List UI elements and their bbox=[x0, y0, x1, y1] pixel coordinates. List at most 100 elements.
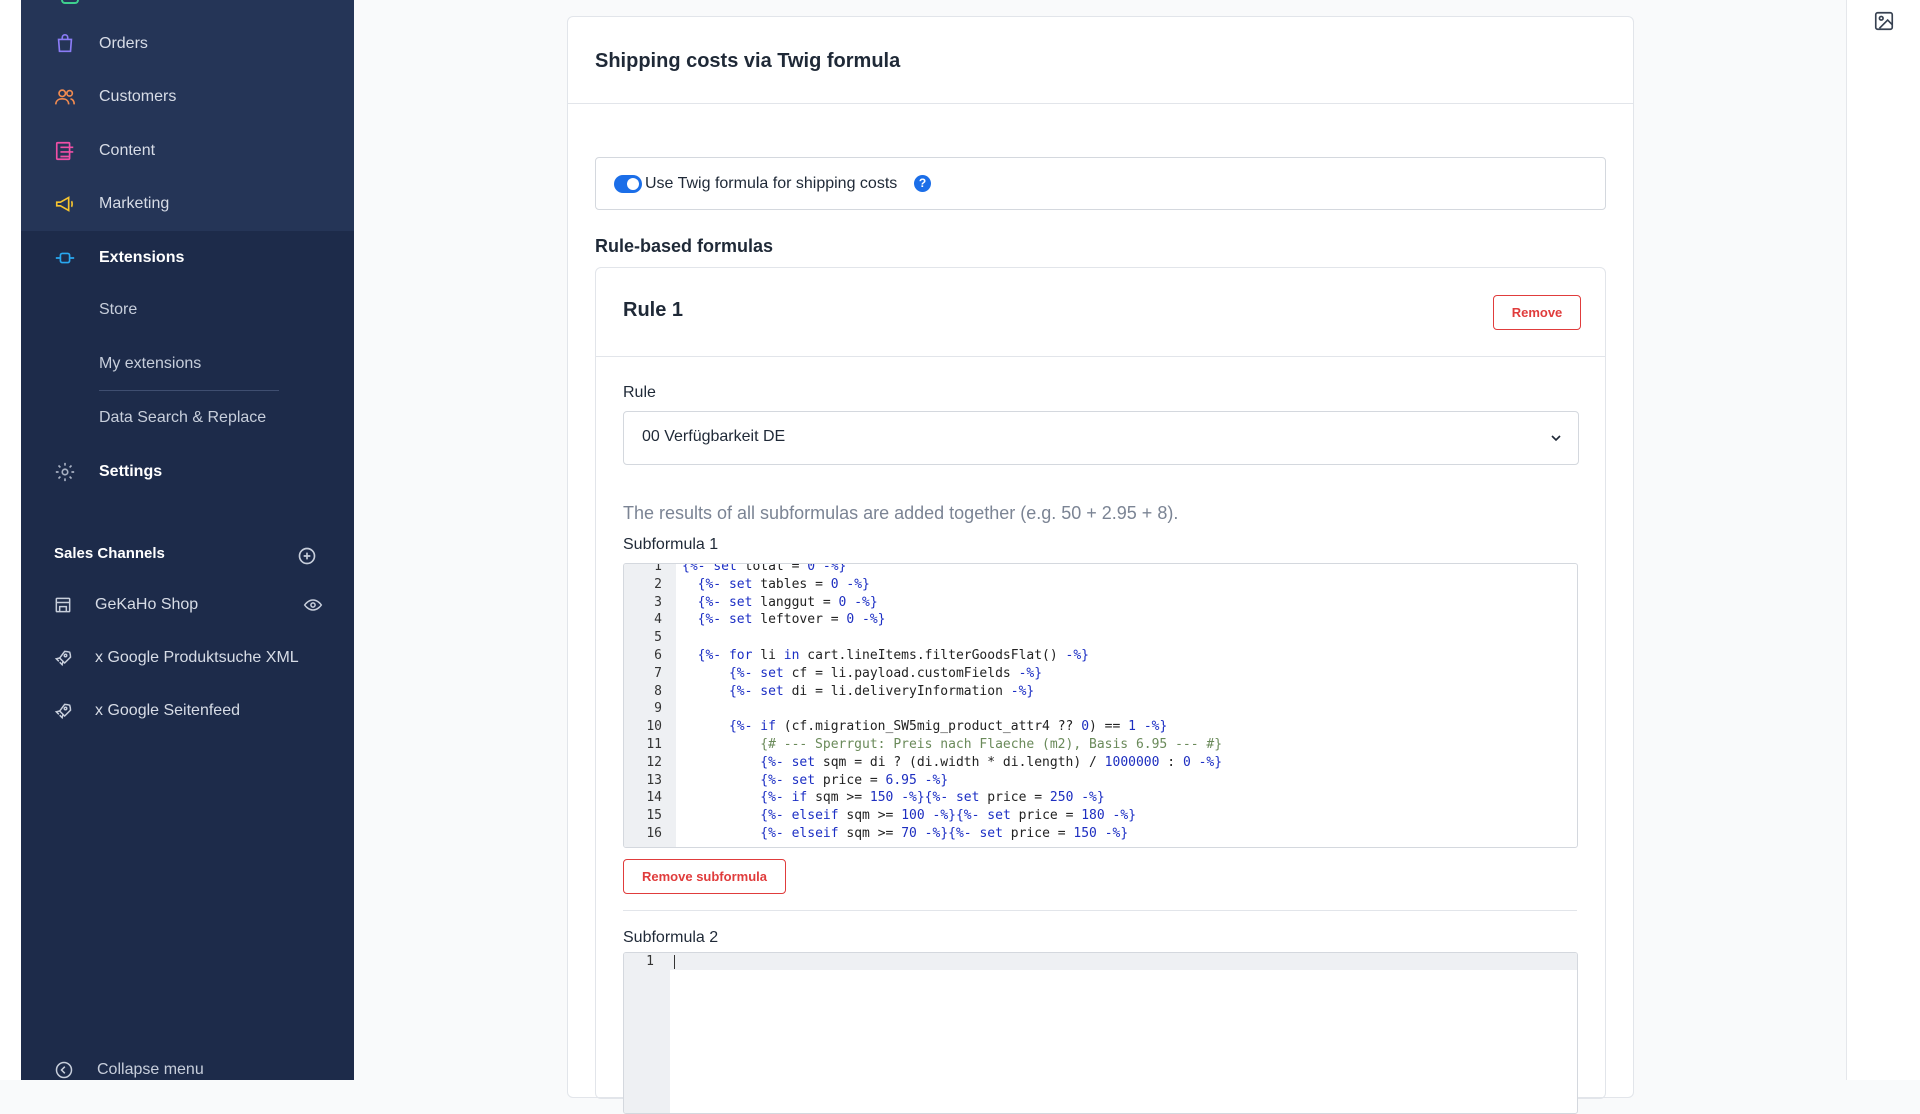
code-text: {%- elseif sqm >= 70 -%}{%- set price = … bbox=[760, 825, 1129, 841]
storefront-icon bbox=[53, 595, 73, 615]
megaphone-icon bbox=[53, 192, 77, 216]
code-text: {%- for li in cart.lineItems.filterGoods… bbox=[697, 647, 1090, 663]
nav-item-marketing[interactable]: Marketing bbox=[21, 177, 354, 230]
code-line: 4 {%- set leftover = 0 -%} bbox=[624, 611, 1577, 629]
sales-channels-title: Sales Channels bbox=[54, 545, 165, 562]
code-text: {%- set leftover = 0 -%} bbox=[697, 612, 886, 628]
plug-icon bbox=[53, 246, 77, 270]
shipping-twig-card: Shipping costs via Twig formula Use Twig… bbox=[567, 16, 1634, 1114]
users-icon bbox=[53, 85, 77, 109]
code-line: 13 {%- set price = 6.95 -%} bbox=[624, 772, 1577, 790]
rule-title: Rule 1 bbox=[623, 299, 684, 321]
subnav-store[interactable]: Store bbox=[99, 301, 137, 319]
twig-toggle-switch[interactable] bbox=[614, 175, 642, 193]
gear-icon bbox=[53, 460, 77, 484]
line-number: 7 bbox=[654, 665, 662, 681]
sales-channel-label: x Google Produktsuche XML bbox=[95, 649, 299, 666]
code-line: 7 {%- set cf = li.payload.customFields -… bbox=[624, 665, 1577, 683]
code-line: 9 bbox=[624, 700, 1577, 718]
remove-subformula-button[interactable]: Remove subformula bbox=[623, 859, 786, 894]
sales-channel-label: GeKaHo Shop bbox=[95, 596, 199, 613]
card-header: Shipping costs via Twig formula bbox=[568, 17, 1633, 104]
left-gutter bbox=[0, 0, 21, 1080]
rule-select[interactable]: 00 Verfügbarkeit DE bbox=[623, 411, 1579, 465]
code-line: 1 {%- set total = 0 -%} bbox=[624, 563, 1577, 576]
code-line: 14 {%- if sqm >= 150 -%}{%- set price = … bbox=[624, 789, 1577, 807]
line-number: 12 bbox=[646, 754, 662, 770]
line-number-gutter bbox=[624, 953, 670, 1113]
partial-nav-icon bbox=[61, 0, 79, 4]
nav-label: Orders bbox=[99, 34, 148, 52]
code-text: {%- set total = 0 -%} bbox=[682, 563, 847, 574]
line-number: 6 bbox=[654, 647, 662, 663]
subformula-1-editor[interactable]: 1 {%- set total = 0 -%} 2 {%- set tables =… bbox=[623, 563, 1578, 848]
code-text: {%- elseif sqm >= 100 -%}{%- set price =… bbox=[760, 808, 1137, 824]
section-title: Rule-based formulas bbox=[595, 236, 774, 256]
nav-item-settings[interactable]: Settings bbox=[21, 445, 354, 498]
code-line: 6 {%- for li in cart.lineItems.filterGoo… bbox=[624, 647, 1577, 665]
nav-item-content[interactable]: Content bbox=[21, 124, 354, 177]
sales-channel-google-produktsuche[interactable]: x Google Produktsuche XML bbox=[21, 638, 354, 678]
line-number: 16 bbox=[646, 825, 662, 841]
code-text: {%- set cf = li.payload.customFields -%} bbox=[728, 665, 1043, 681]
line-number: 1 bbox=[646, 954, 654, 969]
chevron-down-icon bbox=[1548, 430, 1564, 446]
nav-item-customers[interactable]: Customers bbox=[21, 70, 354, 123]
card-title: Shipping costs via Twig formula bbox=[595, 50, 901, 72]
subformula-2-label: Subformula 2 bbox=[623, 929, 719, 946]
subformula-hint: The results of all subformulas are added… bbox=[623, 503, 1179, 523]
remove-rule-button[interactable]: Remove bbox=[1493, 295, 1581, 330]
code-line: 12 {%- set sqm = di ? (di.width * di.len… bbox=[624, 754, 1577, 772]
rule-card: Rule 1 Remove Rule 00 Verfügbarkeit DE T… bbox=[595, 267, 1606, 1114]
code-line: 15 {%- elseif sqm >= 100 -%}{%- set pric… bbox=[624, 807, 1577, 825]
line-number: 3 bbox=[654, 594, 662, 610]
collapse-menu-button[interactable]: Collapse menu bbox=[21, 1050, 354, 1090]
sales-channel-label: x Google Seitenfeed bbox=[95, 702, 240, 719]
active-line bbox=[624, 953, 1577, 970]
code-line: 3 {%- set langgut = 0 -%} bbox=[624, 594, 1577, 612]
code-text: {%- set sqm = di ? (di.width * di.length… bbox=[760, 754, 1223, 770]
toggle-knob bbox=[627, 178, 639, 190]
line-number: 10 bbox=[646, 719, 662, 735]
code-line: 2 {%- set tables = 0 -%} bbox=[624, 576, 1577, 594]
code-text: {%- if sqm >= 150 -%}{%- set price = 250… bbox=[760, 790, 1105, 806]
rocket-icon bbox=[53, 701, 73, 721]
subnav-my-extensions[interactable]: My extensions bbox=[99, 355, 201, 373]
code-text: {%- set di = li.deliveryInformation -%} bbox=[728, 683, 1035, 699]
nav-item-extensions[interactable]: Extensions bbox=[21, 231, 354, 284]
code-line: 8 {%- set di = li.deliveryInformation -%… bbox=[624, 683, 1577, 701]
code-text: {%- set price = 6.95 -%} bbox=[760, 772, 949, 788]
line-number: 5 bbox=[654, 630, 662, 646]
shopping-bag-icon bbox=[53, 32, 77, 56]
twig-toggle-row: Use Twig formula for shipping costs ? bbox=[595, 157, 1606, 210]
sales-channel-google-seitenfeed[interactable]: x Google Seitenfeed bbox=[21, 691, 354, 731]
subformula-2-editor[interactable]: 1 bbox=[623, 952, 1578, 1114]
nav-label: Settings bbox=[99, 462, 163, 480]
nav-label: Extensions bbox=[99, 248, 185, 266]
subnav-data-search-replace[interactable]: Data Search & Replace bbox=[99, 409, 266, 427]
subformula-1-label: Subformula 1 bbox=[623, 536, 719, 553]
nav-item-orders[interactable]: Orders bbox=[21, 17, 354, 70]
line-number: 13 bbox=[646, 772, 662, 788]
image-icon[interactable] bbox=[1873, 10, 1895, 32]
sales-channel-gekaho-shop[interactable]: GeKaHo Shop bbox=[21, 585, 354, 625]
add-sales-channel-icon[interactable] bbox=[297, 546, 317, 566]
help-icon[interactable]: ? bbox=[914, 175, 931, 192]
subformula-divider bbox=[623, 910, 1577, 911]
text-cursor bbox=[674, 955, 675, 969]
line-number: 14 bbox=[646, 790, 662, 806]
line-number: 2 bbox=[654, 576, 662, 592]
subnav-divider bbox=[99, 390, 279, 391]
code-line: 10 {%- if (cf.migration_SW5mig_product_a… bbox=[624, 718, 1577, 736]
line-number: 4 bbox=[654, 612, 662, 628]
chevron-left-circle-icon bbox=[54, 1060, 74, 1080]
twig-toggle-label[interactable]: Use Twig formula for shipping costs bbox=[645, 175, 897, 193]
code-line: 11 {# --- Sperrgut: Preis nach Flaeche (… bbox=[624, 736, 1577, 754]
line-number: 1 bbox=[654, 563, 662, 574]
nav-label: Customers bbox=[99, 87, 177, 105]
code-text: {# --- Sperrgut: Preis nach Flaeche (m2)… bbox=[682, 736, 1223, 752]
collapse-menu-label: Collapse menu bbox=[97, 1061, 204, 1078]
code-content: 1 {%- set total = 0 -%} 2 {%- set tables =… bbox=[624, 563, 1577, 843]
eye-icon[interactable] bbox=[303, 595, 323, 615]
line-number: 9 bbox=[654, 701, 662, 717]
